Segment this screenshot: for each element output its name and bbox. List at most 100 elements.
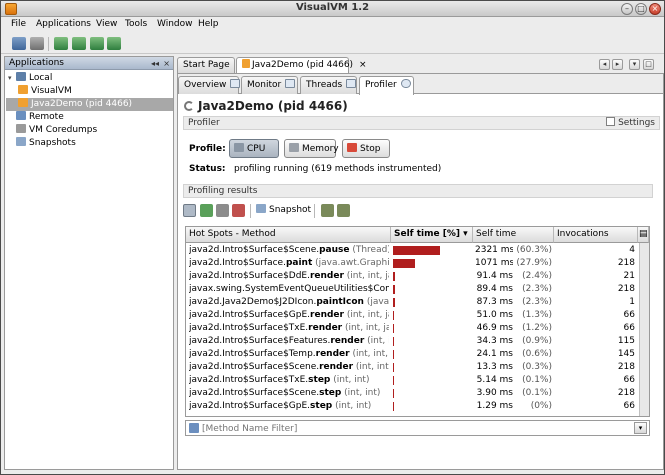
application-snapshot-icon[interactable]: [107, 37, 121, 50]
menu-file[interactable]: File: [11, 19, 26, 29]
table-scrollbar[interactable]: [639, 243, 649, 416]
table-row[interactable]: java2d.Intro$Surface$GpE.render (int, in…: [186, 309, 649, 322]
auto-refresh-icon[interactable]: [200, 204, 213, 217]
method-signature: (int, int, java...: [352, 349, 389, 359]
self-time-cell: 3.90 ms: [476, 388, 513, 398]
tree-item-visualvm[interactable]: VisualVM: [18, 85, 172, 98]
menu-applications[interactable]: Applications: [36, 19, 91, 29]
maximize-tab-button[interactable]: □: [643, 59, 654, 70]
self-time-bar: [393, 298, 395, 307]
method-class: java2d.Intro$Surface$Scene.: [189, 388, 320, 398]
table-row[interactable]: java2d.Intro$Surface$Features.render (in…: [186, 335, 649, 348]
self-time-bar: [393, 246, 440, 255]
table-row[interactable]: java2d.Intro$Surface$TxE.step (int, int)…: [186, 374, 649, 387]
panel-close-icon[interactable]: ×: [163, 58, 170, 70]
invocations-cell: 21: [623, 271, 635, 281]
table-row[interactable]: java2d.Intro$Surface$Scene.pause (Thread…: [186, 244, 649, 257]
document-tab-bar: Start Page Java2Demo (pid 4466) × ◂ ▸ ▾ …: [177, 56, 664, 73]
table-row[interactable]: java2d.Java2Demo$J2DIcon.paintIcon (java…: [186, 296, 649, 309]
method-class: java2d.Intro$Surface$GpE.: [189, 401, 311, 411]
reset-results-icon[interactable]: [216, 204, 229, 217]
snapshot-icon: [256, 204, 266, 213]
method-cell: java2d.Intro$Surface$Scene.render (int, …: [189, 361, 389, 374]
heap-dump-icon[interactable]: [54, 37, 68, 50]
scroll-tabs-left-button[interactable]: ◂: [599, 59, 610, 70]
table-row[interactable]: java2d.Intro$Surface$Temp.render (int, i…: [186, 348, 649, 361]
java-app-icon: [242, 59, 250, 68]
method-name: step: [308, 375, 331, 385]
column-header-self-time-percent[interactable]: Self time [%] ▾: [391, 227, 473, 243]
invocations-cell: 1: [629, 297, 635, 307]
table-row[interactable]: javax.swing.SystemEventQueueUtilities$Co…: [186, 283, 649, 296]
self-time-cell: 5.14 ms: [476, 375, 513, 385]
table-row[interactable]: java2d.Intro$Surface$Scene.render (int, …: [186, 361, 649, 374]
table-row[interactable]: java2d.Intro$Surface$Scene.step (int, in…: [186, 387, 649, 400]
snapshot-button[interactable]: Snapshot: [256, 204, 311, 215]
column-header-method[interactable]: Hot Spots - Method: [186, 227, 391, 243]
table-row[interactable]: java2d.Intro$Surface$TxE.render (int, in…: [186, 322, 649, 335]
column-header-invocations[interactable]: Invocations: [554, 227, 638, 243]
tab-monitor[interactable]: Monitor: [241, 76, 298, 94]
self-time-percent-label: (0.6%): [522, 349, 552, 359]
method-name: render: [319, 362, 354, 372]
add-coredump-icon[interactable]: [30, 37, 44, 50]
self-time-bar: [393, 311, 394, 320]
method-name-filter-input[interactable]: [202, 422, 627, 435]
method-cell: java2d.Intro$Surface$Temp.render (int, i…: [189, 348, 389, 361]
table-row[interactable]: java2d.Intro$Surface$GpE.step (int, int)…: [186, 400, 649, 413]
loading-spinner-icon: [184, 101, 194, 111]
tree-item-java2demo[interactable]: Java2Demo (pid 4466): [6, 98, 173, 111]
method-cell: java2d.Intro$Surface$Scene.step (int, in…: [189, 387, 389, 400]
settings-checkbox[interactable]: Settings: [606, 117, 655, 129]
stop-button[interactable]: Stop: [342, 139, 390, 158]
show-tab-list-button[interactable]: ▾: [629, 59, 640, 70]
menu-window[interactable]: Window: [157, 19, 193, 29]
self-time-cell: 13.3 ms: [476, 362, 513, 372]
applications-panel-title: Applications: [9, 58, 64, 68]
self-time-bar: [393, 363, 394, 372]
scroll-tabs-right-button[interactable]: ▸: [612, 59, 623, 70]
profiler-snapshot-icon[interactable]: [90, 37, 104, 50]
column-chooser-icon[interactable]: ▤: [638, 227, 649, 243]
menu-view[interactable]: View: [96, 19, 117, 29]
tab-threads[interactable]: Threads: [300, 76, 357, 94]
tab-overview[interactable]: Overview: [178, 76, 241, 94]
method-class: javax.swing.SystemEventQueueUtilities$Co…: [189, 284, 389, 294]
invocations-cell: 66: [623, 310, 635, 320]
tree-item-remote[interactable]: Remote: [16, 111, 172, 124]
column-header-self-time[interactable]: Self time: [473, 227, 554, 243]
maximize-button[interactable]: □: [635, 3, 647, 15]
tab-profiler[interactable]: Profiler: [359, 76, 414, 95]
invocations-cell: 218: [617, 258, 635, 268]
method-class: java2d.Intro$Surface$Temp.: [189, 349, 316, 359]
panel-minimize-icon[interactable]: ◂◂: [151, 58, 159, 70]
minimize-button[interactable]: –: [621, 3, 633, 15]
menu-help[interactable]: Help: [198, 19, 219, 29]
sort-desc-icon: ▾: [463, 229, 468, 239]
menu-tools[interactable]: Tools: [125, 19, 147, 29]
self-time-percent-label: (2.3%): [522, 284, 552, 294]
title-bar[interactable]: VisualVM 1.2 – □ ×: [1, 1, 664, 17]
tab-start-page[interactable]: Start Page: [177, 57, 235, 73]
tree-item-vm-coredumps[interactable]: VM Coredumps: [16, 124, 172, 137]
tree-item-snapshots[interactable]: Snapshots: [16, 137, 172, 150]
tree-item-local[interactable]: ▾ Local: [8, 72, 172, 85]
close-tab-icon[interactable]: ×: [359, 60, 367, 70]
self-time-bar: [393, 389, 394, 398]
add-jmx-connection-icon[interactable]: [12, 37, 26, 50]
method-class: java2d.Intro$Surface.: [189, 258, 286, 268]
run-gc-icon[interactable]: [232, 204, 245, 217]
save-results-icon[interactable]: [321, 204, 334, 217]
export-results-icon[interactable]: [337, 204, 350, 217]
results-view-toggle-icon[interactable]: [183, 204, 196, 217]
table-row[interactable]: java2d.Intro$Surface.paint (java.awt.Gra…: [186, 257, 649, 270]
tab-java2demo[interactable]: Java2Demo (pid 4466) ×: [236, 57, 366, 73]
expand-toggle-icon[interactable]: ▾: [8, 72, 16, 85]
cpu-button[interactable]: CPU: [229, 139, 279, 158]
method-cell: java2d.Intro$Surface$DdE.render (int, in…: [189, 270, 389, 283]
table-row[interactable]: java2d.Intro$Surface$DdE.render (int, in…: [186, 270, 649, 283]
filter-type-dropdown[interactable]: ▾: [634, 422, 647, 434]
memory-button[interactable]: Memory: [284, 139, 339, 158]
close-window-button[interactable]: ×: [649, 3, 661, 15]
thread-dump-icon[interactable]: [72, 37, 86, 50]
